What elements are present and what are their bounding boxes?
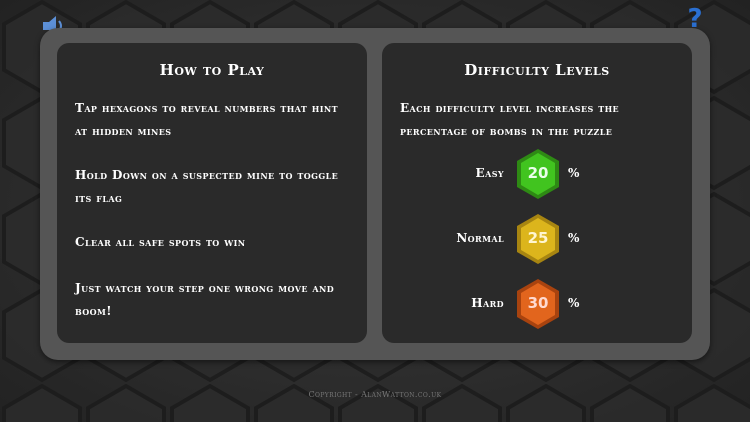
difficulty-percent-value: 25 xyxy=(527,229,549,247)
difficulty-hex-badge[interactable]: 20 xyxy=(514,147,562,201)
difficulty-panel: Difficulty Levels Each difficulty level … xyxy=(382,43,692,343)
difficulty-percent-value: 30 xyxy=(527,294,549,312)
instruction-win: Clear all safe spots to win xyxy=(75,235,246,249)
difficulty-row-hard[interactable]: Hard 30 % xyxy=(382,277,692,333)
copyright-text: Copyright - AlanWatton.co.uk xyxy=(308,390,442,399)
how-to-play-title: How to Play xyxy=(159,61,265,79)
percent-sign: % xyxy=(568,166,580,180)
difficulty-hex-badge[interactable]: 25 xyxy=(514,212,562,266)
difficulty-hex-badge[interactable]: 30 xyxy=(514,277,562,331)
difficulty-label: Easy xyxy=(475,166,504,180)
instruction-flag: Hold Down on a suspected mine to toggle … xyxy=(75,168,339,205)
difficulty-label: Hard xyxy=(471,296,504,310)
difficulty-label: Normal xyxy=(456,231,504,245)
instruction-tap: Tap hexagons to reveal numbers that hint… xyxy=(75,101,338,138)
info-frame: How to Play Tap hexagons to reveal numbe… xyxy=(40,28,710,360)
how-to-play-panel: How to Play Tap hexagons to reveal numbe… xyxy=(57,43,367,343)
difficulty-description: Each difficulty level increases the perc… xyxy=(400,101,620,138)
difficulty-row-normal[interactable]: Normal 25 % xyxy=(382,212,692,268)
difficulty-percent-value: 20 xyxy=(527,164,549,182)
difficulty-row-easy[interactable]: Easy 20 % xyxy=(382,147,692,203)
difficulty-title: Difficulty Levels xyxy=(464,61,610,79)
instruction-warning: Just watch your step one wrong move and … xyxy=(75,281,335,318)
percent-sign: % xyxy=(568,231,580,245)
percent-sign: % xyxy=(568,296,580,310)
